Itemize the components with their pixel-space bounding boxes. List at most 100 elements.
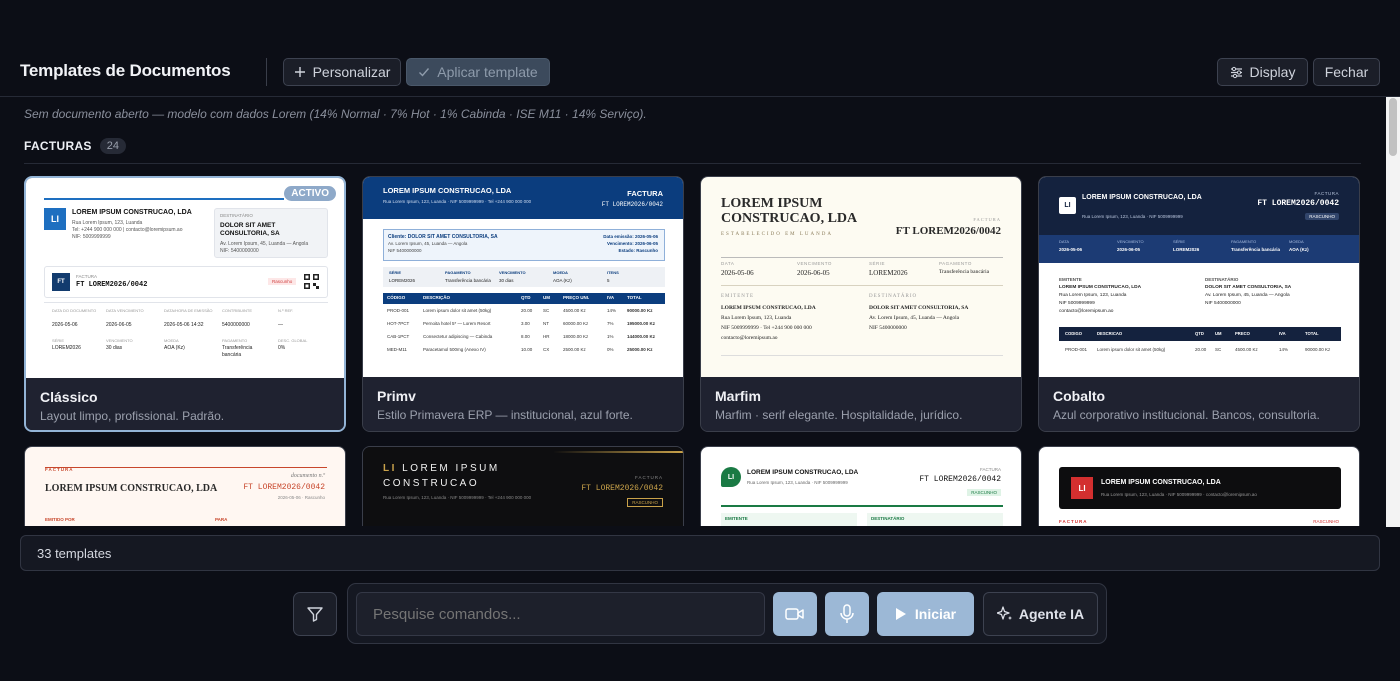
card-description: Layout limpo, profissional. Padrão. (40, 409, 225, 423)
table-cell: Lorem ipsum dolor sit amet (50kg) (423, 308, 492, 313)
template-card-row2-2[interactable]: LI LOREM IPSUM CONSTRUCAO Rua Lorem Ipsu… (362, 446, 684, 526)
table-header-cell: TOTAL (1305, 331, 1319, 336)
start-button[interactable]: Iniciar (877, 592, 974, 636)
templates-grid: LI LOREM IPSUM CONSTRUCAO, LDA Rua Lorem… (24, 176, 1361, 526)
dest-line: Av. Lorem Ipsum, 45, Luanda — Angola (1205, 293, 1290, 298)
header-block (1059, 467, 1341, 509)
table-cell: 3.00 (521, 321, 530, 326)
emit-label: EMITENTE (1059, 277, 1082, 282)
doc-sub: 2026-05-06 · Rascunho (277, 495, 325, 500)
meta-label: SÉRIE (389, 270, 402, 275)
card-info: Clássico Layout limpo, profissional. Pad… (26, 378, 344, 430)
table-cell: Pernoita hotel 5* — Lorem Resort (423, 321, 491, 326)
table-cell: CX (543, 347, 550, 352)
table-cell: 14% (1279, 347, 1289, 352)
section-header: FACTURAS 24 (24, 138, 126, 154)
card-info: Marfim Marfim · serif elegante. Hospital… (701, 377, 1021, 431)
dest-line: DOLOR SIT AMET CONSULTORIA, SA (869, 305, 969, 311)
scrollbar-thumb[interactable] (1389, 98, 1397, 156)
template-preview-classico: LI LOREM IPSUM CONSTRUCAO, LDA Rua Lorem… (26, 178, 344, 378)
preview-company: LOREM IPSUM CONSTRUCAO, LDA (1101, 479, 1221, 486)
ft-logo: FT (52, 273, 70, 291)
preview-contact: Tel: +244 900 000 000 | contacto@loremip… (72, 227, 183, 233)
sparkle-icon (996, 606, 1012, 620)
template-preview-row2-1: FACTURA LOREM IPSUM CONSTRUCAO, LDA docu… (25, 447, 345, 526)
template-preview-primv: LOREM IPSUM CONSTRUCAO, LDA Rua Lorem Ip… (363, 177, 683, 377)
template-card-classico[interactable]: LI LOREM IPSUM CONSTRUCAO, LDA Rua Lorem… (24, 176, 346, 432)
template-card-marfim[interactable]: LOREM IPSUM CONSTRUCAO, LDA ESTABELECIDO… (700, 176, 1022, 432)
meta-value: Transferência bancária (222, 345, 253, 358)
mic-button[interactable] (825, 592, 869, 636)
doc-type: FACTURA (627, 189, 663, 198)
emit-line: Rua Lorem Ipsum, 123, Luanda (1059, 293, 1127, 298)
plus-icon (294, 67, 305, 77)
rule (45, 467, 327, 468)
template-card-primv[interactable]: LOREM IPSUM CONSTRUCAO, LDA Rua Lorem Ip… (362, 176, 684, 432)
table-cell: Paracetamol 500mg (Anexo IV) (423, 347, 486, 352)
preview-company-l1: LOREM IPSUM (402, 463, 500, 474)
dest-label: PARA (215, 517, 228, 522)
meta-label: VENCIMENTO (797, 261, 832, 266)
close-button[interactable]: Fechar (1313, 58, 1380, 86)
apply-template-button[interactable]: Aplicar template (406, 58, 550, 86)
video-icon (785, 608, 804, 620)
template-card-cobalto[interactable]: LI LOREM IPSUM CONSTRUCAO, LDA Rua Lorem… (1038, 176, 1360, 432)
table-cell: CAB-1PCT (387, 334, 410, 339)
table-cell: 20.00 (1195, 347, 1207, 352)
dest-line: Av. Lorem Ipsum, 45, Luanda — Angola (869, 315, 960, 321)
meta-value: 2026-05-06 (52, 322, 78, 328)
meta-label: DATA (1059, 239, 1070, 244)
table-cell: 0% (607, 347, 614, 352)
meta-label: CONTRIBUINTE (222, 308, 252, 313)
dest-label: DESTINATÁRIO (869, 294, 918, 299)
table-cell: PROD-001 (1065, 347, 1088, 352)
customize-button[interactable]: Personalizar (283, 58, 401, 86)
page-title: Templates de Documentos (20, 61, 231, 80)
card-description: Estilo Primavera ERP — institucional, az… (377, 408, 633, 422)
emit-label: EMITENTE (721, 294, 754, 299)
preview-company: LOREM IPSUM CONSTRUCAO, LDA (721, 196, 858, 226)
status-badge: RASCUNHO (627, 498, 663, 507)
meta-label: SÉRIE (1173, 239, 1186, 244)
filter-button[interactable] (293, 592, 337, 636)
status-badge: RASCUNHO (1313, 519, 1339, 524)
doc-type: FACTURA (979, 467, 1001, 472)
meta-value: 5400000000 (222, 322, 250, 328)
templates-count-bar: 33 templates (20, 535, 1380, 571)
ai-agent-button[interactable]: Agente IA (983, 592, 1098, 636)
table-header-cell: DESCRIÇÃO (423, 295, 451, 300)
meta-value: LOREM2026 (52, 345, 81, 351)
table-cell: 10.00 (521, 347, 533, 352)
doc-type: FACTURA (1314, 191, 1339, 196)
table-cell: MED-M11 (387, 347, 407, 352)
table-cell: 4500.00 Kz (563, 308, 586, 313)
template-card-row2-4[interactable]: LI LOREM IPSUM CONSTRUCAO, LDA Rua Lorem… (1038, 446, 1360, 526)
command-search-input[interactable] (356, 592, 765, 636)
rule (721, 257, 1003, 258)
table-header-cell: DESCRICAO (1097, 331, 1123, 336)
meta-value: 2026-06-05 (106, 322, 132, 328)
table-header-cell: TOTAL (627, 295, 642, 300)
meta-label: N.º REF. (278, 308, 294, 313)
meta-label: MOEDA (1289, 239, 1304, 244)
template-card-row2-3[interactable]: LI LOREM IPSUM CONSTRUCAO, LDA Rua Lorem… (700, 446, 1022, 526)
table-cell: 25000.00 Kz (627, 347, 653, 352)
company-logo: LI (721, 467, 741, 487)
table-cell: Lorem ipsum dolor sit amet (50kg) (1097, 347, 1166, 352)
meta-label: DESC. GLOBAL (278, 338, 308, 343)
emission-date: Data emissão: 2026-05-06 (603, 234, 658, 239)
template-preview-row2-3: LI LOREM IPSUM CONSTRUCAO, LDA Rua Lorem… (701, 447, 1021, 526)
due-date: Vencimento: 2026-06-05 (606, 241, 658, 246)
table-cell: 8.00 (521, 334, 530, 339)
table-cell: 14% (607, 308, 617, 313)
doc-number: FT LOREM2026/0042 (895, 225, 1001, 237)
scrollbar-track[interactable] (1386, 97, 1400, 527)
client-addr: Av. Lorem Ipsum, 45, Luanda — Angola (388, 241, 468, 246)
display-button[interactable]: Display (1217, 58, 1308, 86)
template-card-row2-1[interactable]: FACTURA LOREM IPSUM CONSTRUCAO, LDA docu… (24, 446, 346, 526)
video-button[interactable] (773, 592, 817, 636)
table-cell: Consectetur adipiscing — Cabinda (423, 334, 493, 339)
emit-line: Rua Lorem Ipsum, 123, Luanda (721, 315, 792, 321)
preview-company: LOREM IPSUM CONSTRUCAO, LDA (45, 483, 218, 494)
section-divider (24, 163, 1361, 164)
